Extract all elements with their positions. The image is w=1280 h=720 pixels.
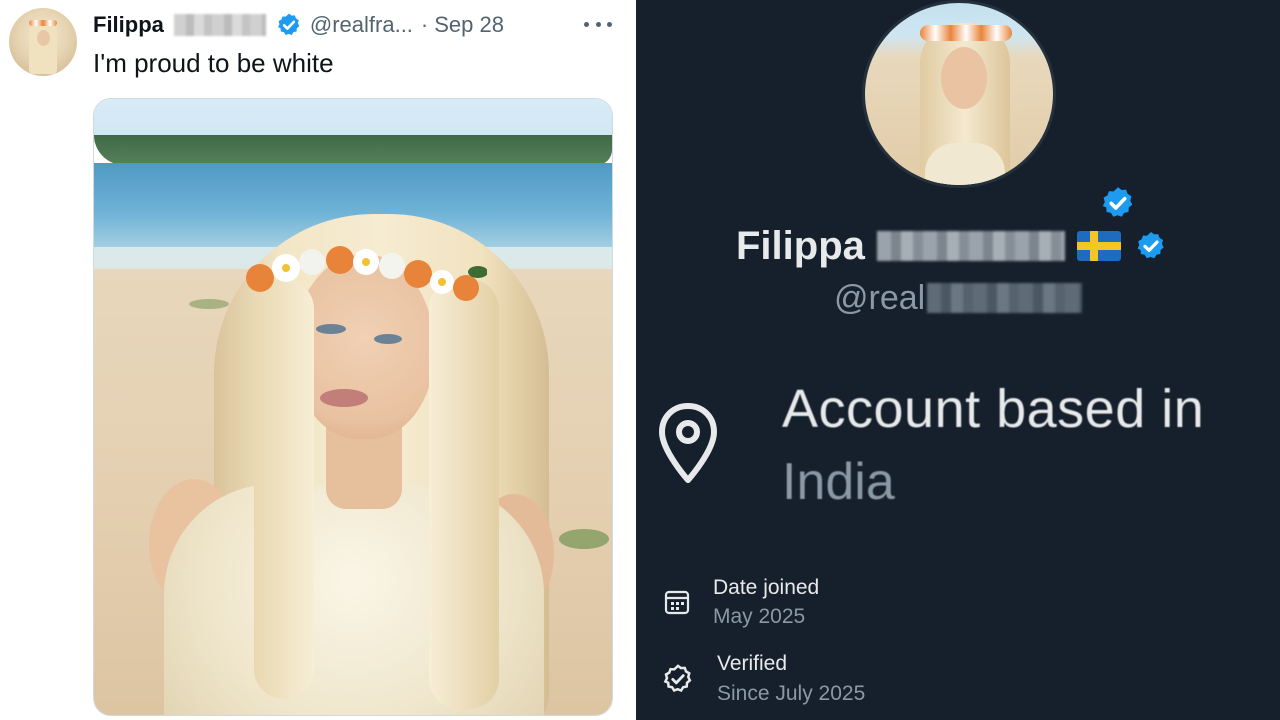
location-value: India [782, 453, 895, 511]
tweet-photo[interactable] [93, 98, 613, 716]
tweet-display-name[interactable]: Filippa [93, 12, 164, 38]
redacted-surname [173, 14, 266, 36]
flower-crown-image [246, 246, 487, 301]
verified-check-icon [663, 664, 692, 693]
tweet-handle[interactable]: @realfra... [310, 12, 413, 38]
verified-badge-icon [277, 13, 300, 35]
tweet-date[interactable]: Sep 28 [434, 12, 504, 38]
location-pin-icon [659, 403, 717, 483]
calendar-icon [664, 590, 690, 615]
profile-handle: @real [834, 278, 926, 317]
photo-hair-strand [254, 279, 314, 699]
photo-lips [320, 389, 368, 407]
location-title: Account based in [782, 379, 1205, 439]
profile-avatar[interactable] [862, 0, 1056, 188]
avatar-dress [925, 143, 1005, 185]
tweet-text: I'm proud to be white [93, 48, 334, 78]
separator-dot: · [420, 12, 429, 37]
verified-badge-icon[interactable] [1135, 230, 1167, 262]
date-joined-value: May 2025 [713, 605, 806, 628]
avatar-flower-crown [29, 20, 57, 26]
verified-badge-icon [1102, 187, 1133, 217]
avatar-face [37, 30, 50, 46]
more-horizontal-icon[interactable] [584, 14, 612, 34]
photo-grass [189, 299, 229, 309]
profile-panel: Filippa @real Account based in India Dat… [636, 0, 1280, 720]
profile-handle-row: @real [834, 278, 1083, 318]
redacted-handle [927, 283, 1083, 313]
date-joined-title: Date joined [713, 576, 820, 599]
tweet-header: Filippa @realfra... · Sep 28 [93, 10, 504, 40]
verified-value: Since July 2025 [717, 682, 866, 705]
photo-eye [374, 334, 402, 344]
photo-grass [559, 529, 609, 549]
avatar-face [941, 47, 987, 109]
profile-display-name: Filippa [736, 223, 865, 268]
avatar-flower-crown [920, 25, 1012, 41]
tweet-avatar[interactable] [9, 8, 77, 76]
redacted-surname [876, 231, 1065, 261]
tweet-panel: Filippa @realfra... · Sep 28 I'm proud t… [0, 0, 636, 720]
sweden-flag-icon [1076, 231, 1121, 261]
photo-hair-strand [429, 279, 499, 709]
photo-eye [316, 324, 346, 334]
verified-title: Verified [717, 652, 788, 675]
profile-name-row: Filippa [736, 222, 1167, 270]
photo-treeline [94, 135, 612, 165]
